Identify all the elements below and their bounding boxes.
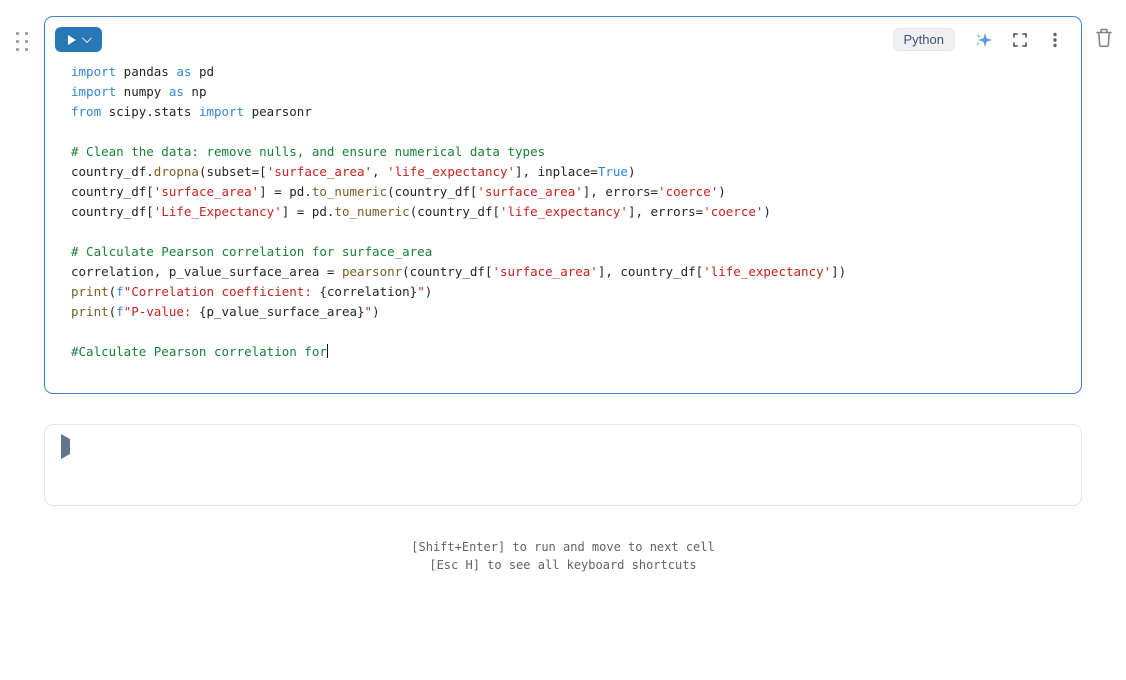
code-line: # Calculate Pearson correlation for surf… <box>71 242 1067 262</box>
chevron-down-icon <box>82 33 92 43</box>
code-line: country_df['surface_area'] = pd.to_numer… <box>71 182 1067 202</box>
keyboard-hints: [Shift+Enter] to run and move to next ce… <box>0 538 1126 574</box>
trash-icon <box>1094 27 1114 49</box>
code-line: country_df.dropna(subset=['surface_area'… <box>71 162 1067 182</box>
play-icon <box>61 434 70 459</box>
hint-line: [Esc H] to see all keyboard shortcuts <box>0 556 1126 574</box>
code-line: import pandas as pd <box>71 62 1067 82</box>
play-icon <box>68 35 76 45</box>
cell-drag-handle[interactable] <box>14 30 30 52</box>
code-line <box>71 122 1067 142</box>
run-cell-button[interactable] <box>55 27 102 52</box>
code-line: from scipy.stats import pearsonr <box>71 102 1067 122</box>
code-line: country_df['Life_Expectancy'] = pd.to_nu… <box>71 202 1067 222</box>
code-line: print(f"P-value: {p_value_surface_area}"… <box>71 302 1067 322</box>
delete-cell-button[interactable] <box>1094 27 1114 49</box>
code-line: import numpy as np <box>71 82 1067 102</box>
code-line <box>71 322 1067 342</box>
more-options-button[interactable] <box>1047 31 1063 49</box>
code-line: print(f"Correlation coefficient: {correl… <box>71 282 1067 302</box>
fullscreen-icon <box>1011 31 1029 49</box>
code-area[interactable]: import pandas as pdimport numpy as npfro… <box>45 52 1081 362</box>
fullscreen-button[interactable] <box>1011 31 1029 49</box>
empty-code-cell[interactable] <box>44 424 1082 506</box>
cell-header: Python <box>45 17 1081 52</box>
ai-sparkle-icon <box>973 30 993 50</box>
language-badge[interactable]: Python <box>893 28 955 51</box>
text-cursor <box>327 344 329 358</box>
run-empty-cell-button[interactable] <box>61 439 70 454</box>
code-cell: Python import pandas as pdimport numpy <box>44 16 1082 394</box>
ai-sparkle-button[interactable] <box>973 30 993 50</box>
code-line: correlation, p_value_surface_area = pear… <box>71 262 1067 282</box>
hint-line: [Shift+Enter] to run and move to next ce… <box>0 538 1126 556</box>
kebab-menu-icon <box>1047 31 1063 49</box>
code-line <box>71 222 1067 242</box>
code-line: # Clean the data: remove nulls, and ensu… <box>71 142 1067 162</box>
code-line: #Calculate Pearson correlation for <box>71 342 1067 362</box>
